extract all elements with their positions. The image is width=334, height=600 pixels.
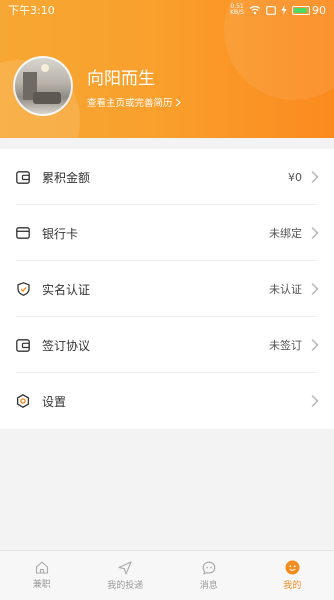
tab-messages[interactable]: 消息	[167, 551, 251, 600]
profile-icon	[285, 560, 300, 575]
message-icon	[202, 561, 216, 575]
menu-item-label: 银行卡	[42, 226, 79, 241]
chevron-right-icon	[311, 171, 319, 183]
shield-icon	[16, 282, 30, 296]
status-indicators: 0.51 KB/S 90	[230, 4, 326, 17]
avatar[interactable]	[13, 56, 73, 116]
bottom-tab-bar: 兼职 我的投递 消息 我的	[0, 550, 334, 600]
menu-item-bank-card[interactable]: 银行卡 未绑定	[0, 205, 334, 261]
settings-icon	[16, 394, 30, 408]
battery-level: 90	[312, 3, 326, 17]
user-name: 向阳而生	[87, 69, 155, 89]
tab-label: 兼职	[32, 580, 51, 590]
account-menu: 累积金额 ¥0 银行卡 未绑定 实名认证 未认证 签订协议 未签订 设置	[0, 149, 334, 429]
tab-mine[interactable]: 我的	[251, 551, 334, 600]
network-speed: 0.51 KB/S	[230, 4, 244, 16]
bank-card-icon	[16, 226, 30, 240]
tab-label: 我的	[283, 581, 302, 591]
chevron-right-icon	[311, 283, 319, 295]
chevron-right-icon	[311, 227, 319, 239]
menu-item-value: ¥0	[288, 170, 302, 184]
view-profile-link-text: 查看主页或完善简历	[87, 98, 173, 109]
home-icon	[35, 561, 48, 574]
menu-item-label: 签订协议	[42, 338, 91, 353]
send-icon	[118, 560, 132, 575]
chevron-right-icon	[311, 395, 319, 407]
menu-item-agreement[interactable]: 签订协议 未签订	[0, 317, 334, 373]
wallet-icon	[16, 170, 30, 184]
wifi-icon	[249, 5, 261, 15]
menu-item-value: 未签订	[269, 339, 302, 352]
menu-item-label: 累积金额	[42, 170, 91, 185]
menu-item-value: 未认证	[269, 283, 302, 296]
menu-item-label: 设置	[42, 394, 67, 409]
menu-item-settings[interactable]: 设置	[0, 373, 334, 429]
screen-icon	[266, 5, 276, 15]
menu-item-label: 实名认证	[42, 282, 91, 297]
status-bar: 下午3:10 0.51 KB/S 90	[0, 0, 334, 20]
menu-item-value: 未绑定	[269, 227, 302, 240]
menu-item-balance[interactable]: 累积金额 ¥0	[0, 149, 334, 205]
tab-my-applications[interactable]: 我的投递	[84, 551, 168, 600]
battery-icon	[292, 5, 310, 15]
profile-header: 下午3:10 0.51 KB/S 90 向阳而生 查看主页或完善简历	[0, 0, 334, 138]
network-speed-unit: KB/S	[230, 9, 244, 16]
status-time: 下午3:10	[8, 4, 55, 17]
view-profile-link[interactable]: 查看主页或完善简历	[87, 95, 181, 109]
contract-icon	[16, 338, 30, 352]
tab-part-time[interactable]: 兼职	[0, 551, 84, 600]
charging-icon	[281, 5, 287, 15]
menu-item-identity-verification[interactable]: 实名认证 未认证	[0, 261, 334, 317]
tab-label: 我的投递	[107, 580, 144, 591]
chevron-right-icon	[311, 339, 319, 351]
battery-indicator: 90	[292, 4, 326, 17]
chevron-right-icon	[175, 98, 181, 106]
tab-label: 消息	[199, 580, 218, 591]
